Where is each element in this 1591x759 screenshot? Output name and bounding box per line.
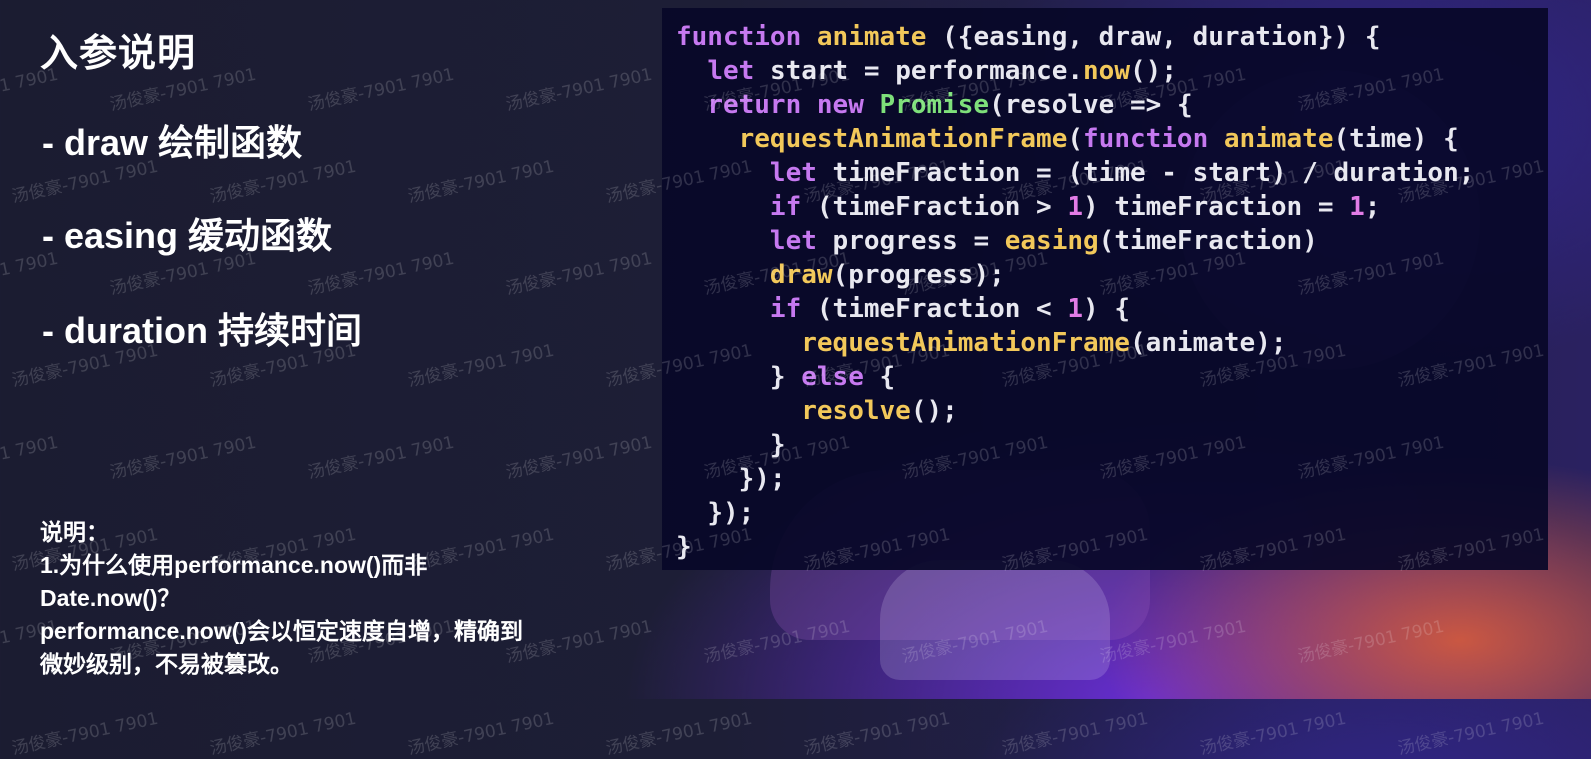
watermark-text: 汤俊豪-7901 7901 <box>10 708 161 759</box>
watermark-text: 汤俊豪-7901 7901 <box>1000 708 1151 759</box>
code-line: return new Promise(resolve => { <box>707 90 1193 120</box>
watermark-text: 汤俊豪-7901 7901 <box>108 432 259 484</box>
slide-heading: 入参说明 <box>40 31 197 75</box>
code-line: requestAnimationFrame(animate); <box>801 328 1287 358</box>
code-line: resolve(); <box>801 396 958 426</box>
watermark-text: 汤俊豪-7901 7901 <box>406 340 557 392</box>
watermark-text: 汤俊豪-7901 7901 <box>306 432 457 484</box>
code-line: let timeFraction = (time - start) / dura… <box>769 158 1475 188</box>
watermark-text: 汤俊豪-7901 7901 <box>208 708 359 759</box>
bullet-duration: - duration 持续时间 <box>42 310 362 351</box>
watermark-text: 汤俊豪-7901 7901 <box>1396 708 1547 759</box>
note-line: 说明： <box>40 519 109 545</box>
code-line: }); <box>707 498 755 528</box>
watermark-text: 汤俊豪-7901 7901 <box>604 708 755 759</box>
code-line: if (timeFraction > 1) timeFraction = 1; <box>769 192 1381 222</box>
watermark-text: 汤俊豪-7901 7901 <box>504 432 655 484</box>
code-block: function animate ({easing, draw, duratio… <box>662 8 1548 570</box>
watermark-text: 汤俊豪-7901 7901 <box>406 708 557 759</box>
code-line: } <box>676 532 692 562</box>
explanation-note: 说明： 1.为什么使用performance.now()而非 Date.now(… <box>40 516 640 681</box>
code-line: }); <box>738 464 786 494</box>
watermark-text: 汤俊豪-7901 7901 <box>1296 616 1447 668</box>
watermark-text: 汤俊豪-7901 7901 <box>306 64 457 116</box>
note-line: Date.now()？ <box>40 585 181 611</box>
code-line: requestAnimationFrame(function animate(t… <box>738 124 1459 154</box>
code-line: let progress = easing(timeFraction) <box>769 226 1318 256</box>
code-line: function animate ({easing, draw, duratio… <box>676 22 1381 52</box>
code-text: function animate ({easing, draw, duratio… <box>676 20 1548 564</box>
note-line: 微妙级别，不易被篡改。 <box>40 651 293 677</box>
code-line: if (timeFraction < 1) { <box>769 294 1130 324</box>
background-sneaker-sole <box>880 560 1110 680</box>
code-line: draw(progress); <box>769 260 1005 290</box>
code-line: } else { <box>769 362 896 392</box>
bullet-draw: - draw 绘制函数 <box>42 122 303 163</box>
watermark-text: 汤俊豪-7901 7901 <box>504 64 655 116</box>
note-line: performance.now()会以恒定速度自增，精确到 <box>40 618 524 644</box>
watermark-text: 汤俊豪-7901 7901 <box>0 432 61 484</box>
watermark-text: 汤俊豪-7901 7901 <box>406 156 557 208</box>
code-line: let start = performance.now(); <box>707 56 1177 86</box>
note-line: 1.为什么使用performance.now()而非 <box>40 552 428 578</box>
watermark-text: 汤俊豪-7901 7901 <box>802 708 953 759</box>
watermark-text: 汤俊豪-7901 7901 <box>504 248 655 300</box>
bullet-easing: - easing 缓动函数 <box>42 215 333 256</box>
watermark-text: 汤俊豪-7901 7901 <box>1198 708 1349 759</box>
code-line: } <box>769 430 786 460</box>
